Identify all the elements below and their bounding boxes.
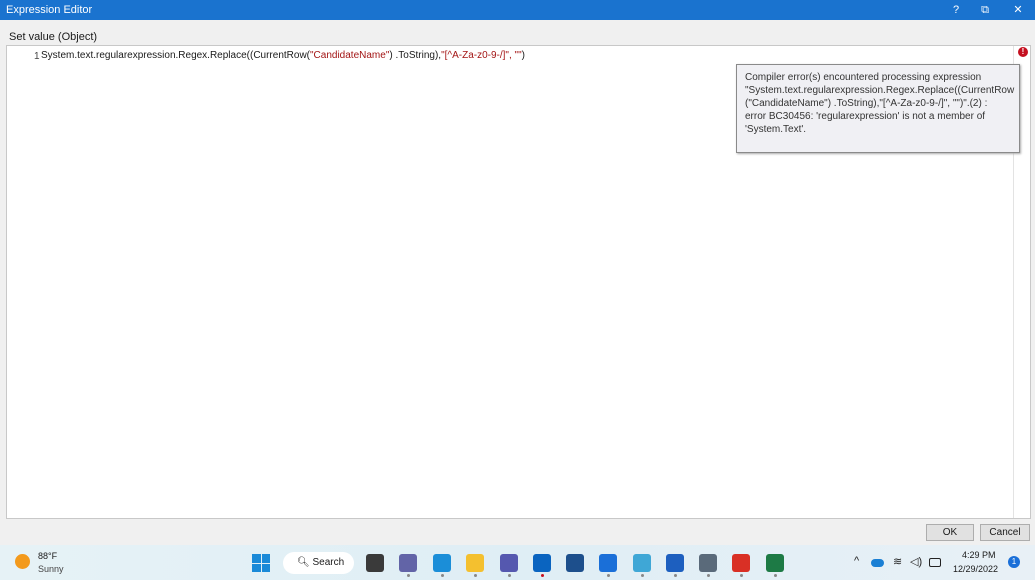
notification-badge[interactable]: 1 [1008, 556, 1020, 568]
teams-chat-icon[interactable] [399, 554, 417, 572]
windows-start-icon[interactable] [252, 554, 270, 572]
settings-icon[interactable] [699, 554, 717, 572]
running-indicator [674, 574, 677, 577]
clock-date[interactable]: 12/29/2022 [953, 564, 998, 574]
word-icon[interactable] [666, 554, 684, 572]
search-label: Search [312, 557, 345, 568]
volume-icon[interactable]: ◁) [910, 555, 922, 568]
weather-sun-icon[interactable] [15, 554, 30, 569]
running-indicator [707, 574, 710, 577]
file-explorer-task-icon[interactable] [366, 554, 384, 572]
edge-icon[interactable] [433, 554, 451, 572]
running-indicator [641, 574, 644, 577]
error-icon[interactable]: ! [1018, 47, 1028, 57]
clock-time[interactable]: 4:29 PM [962, 550, 996, 560]
studio-icon[interactable] [599, 554, 617, 572]
running-indicator [607, 574, 610, 577]
taskbar: 88°F Sunny 🔍︎ Search ^ ≋ ◁) 4:29 PM 12/2… [0, 545, 1035, 580]
weather-condition[interactable]: Sunny [38, 564, 64, 574]
window-title: Expression Editor [6, 4, 93, 16]
store-icon[interactable] [566, 554, 584, 572]
battery-icon[interactable] [929, 558, 941, 567]
code-text: ) .ToString), [389, 50, 442, 61]
weather-temp[interactable]: 88°F [38, 551, 57, 561]
running-indicator [740, 574, 743, 577]
file-explorer-icon[interactable] [466, 554, 484, 572]
set-value-label: Set value (Object) [9, 31, 98, 43]
taskbar-search[interactable]: 🔍︎ Search [283, 552, 354, 574]
code-text: System.text.regularexpression.Regex.Repl… [41, 50, 310, 61]
running-indicator [441, 574, 444, 577]
help-button[interactable]: ? [946, 2, 966, 18]
line-number: 1 [34, 51, 40, 62]
code-line[interactable]: System.text.regularexpression.Regex.Repl… [41, 50, 525, 61]
close-button[interactable]: ✕ [1008, 2, 1028, 18]
error-tooltip: Compiler error(s) encountered processing… [736, 64, 1020, 153]
excel-icon[interactable] [766, 554, 784, 572]
cancel-button[interactable]: Cancel [980, 524, 1030, 541]
code-string: "[^A-Za-z0-9-/]", "" [441, 50, 522, 61]
code-text: ) [521, 50, 525, 61]
title-bar: Expression Editor ? ⧉ ✕ [0, 0, 1035, 20]
code-string: "CandidateName" [310, 50, 390, 61]
running-indicator [774, 574, 777, 577]
running-indicator [474, 574, 477, 577]
running-indicator [508, 574, 511, 577]
chevron-up-icon[interactable]: ^ [854, 555, 859, 567]
wifi-icon[interactable]: ≋ [893, 555, 902, 568]
search-icon: 🔍︎ [297, 557, 313, 568]
teams-icon[interactable] [500, 554, 518, 572]
outlook-icon[interactable] [533, 554, 551, 572]
running-indicator [541, 574, 544, 577]
chrome-icon[interactable] [732, 554, 750, 572]
ok-button[interactable]: OK [926, 524, 974, 541]
notepad-icon[interactable] [633, 554, 651, 572]
restore-button[interactable]: ⧉ [975, 2, 995, 18]
running-indicator [407, 574, 410, 577]
onedrive-cloud-icon[interactable] [871, 559, 884, 567]
